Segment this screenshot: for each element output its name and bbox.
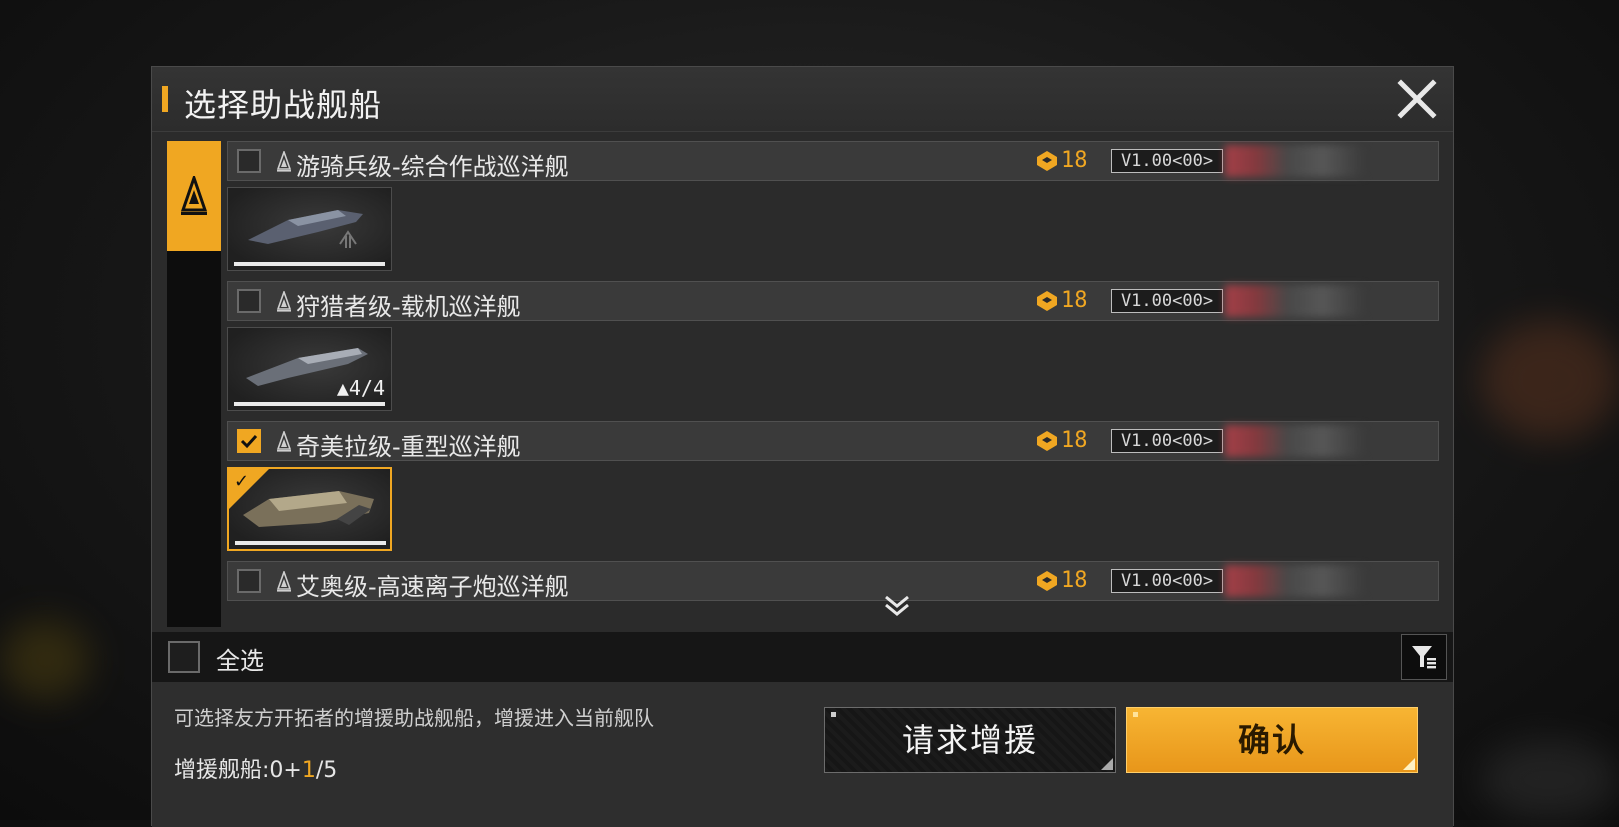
chevron-down-icon[interactable] [882,593,912,617]
title-accent-bar [162,86,168,112]
ship-name: 奇美拉级-重型巡洋舰 [296,433,521,461]
cruiser-class-icon [276,291,292,312]
confirm-label: 确认 [1237,721,1306,759]
close-button[interactable] [1395,77,1439,121]
corner-triangle [1403,758,1415,770]
category-rail [167,141,221,627]
select-all-label: 全选 [216,647,264,675]
count-label: 增援舰船: [174,758,270,783]
cost-value: 18 [1061,288,1088,313]
blurred-owner-name [1225,425,1365,457]
ship-thumbnail[interactable]: ✓ [227,467,392,551]
ship-cost: 18 [1036,288,1088,313]
cruiser-class-icon [276,431,292,452]
ship-cost: 18 [1036,568,1088,593]
select-all-bar: 全选 [152,632,1453,682]
version-badge: V1.00<00> [1111,429,1223,453]
filter-icon [1412,646,1436,669]
count-highlight: 1 [301,758,316,783]
confirm-button[interactable]: 确认 [1126,707,1418,773]
ship-hp-bar [235,541,386,545]
reinforcement-count: 增援舰船:0+1/5 [174,752,337,784]
version-badge: V1.00<00> [1111,569,1223,593]
ship-row[interactable]: 艾奥级-高速离子炮巡洋舰 18 V1.00<00> [227,561,1439,601]
corner-triangle [1101,758,1113,770]
ship-row[interactable]: 游骑兵级-综合作战巡洋舰 18 V1.00<00> [227,141,1439,181]
fighter-count-value: 4/4 [348,376,385,400]
blurred-owner-name [1225,565,1365,597]
command-cost-icon [1037,290,1057,311]
request-reinforcement-button[interactable]: 请求增援 [824,707,1116,773]
ship-hp-bar [234,262,385,266]
ship-name: 狩猎者级-载机巡洋舰 [296,293,521,321]
check-icon: ✓ [234,471,250,492]
cruiser-class-icon [180,176,208,215]
cost-value: 18 [1061,428,1088,453]
blurred-owner-name [1225,285,1365,317]
background-glow [1480,320,1619,440]
command-cost-icon [1037,430,1057,451]
version-badge: V1.00<00> [1111,149,1223,173]
ship-checkbox[interactable] [237,149,261,173]
ship-cost: 18 [1036,428,1088,453]
select-support-ship-dialog: 选择助战舰船 游骑兵级-综合作战巡洋舰 18 V1.00<00> 狩猎者级-载机… [151,66,1454,827]
dialog-title: 选择助战舰船 [184,86,383,124]
ship-name: 艾奥级-高速离子炮巡洋舰 [296,573,569,601]
ship-name: 游骑兵级-综合作战巡洋舰 [296,153,569,181]
tab-cruiser[interactable] [167,141,221,251]
ship-checkbox[interactable] [237,429,261,453]
fighter-count: ▲4/4 [337,376,385,400]
version-badge: V1.00<00> [1111,289,1223,313]
corner-dot [1133,712,1138,717]
cost-value: 18 [1061,568,1088,593]
command-cost-icon [1037,150,1057,171]
cruiser-class-icon [276,151,292,172]
filter-button[interactable] [1401,634,1447,680]
ship-cost: 18 [1036,148,1088,173]
dialog-header: 选择助战舰船 [152,67,1453,132]
hint-text: 可选择友方开拓者的增援助战舰船，增援进入当前舰队 [174,706,654,730]
ship-checkbox[interactable] [237,289,261,313]
close-icon [1397,79,1437,119]
background-glow [1480,740,1619,820]
ship-thumbnail[interactable]: ▲4/4 [227,327,392,411]
ship-row[interactable]: 奇美拉级-重型巡洋舰 18 V1.00<00> [227,421,1439,461]
count-total: /5 [315,758,338,783]
ship-image [248,210,363,248]
select-all-checkbox[interactable] [168,641,200,673]
ship-row[interactable]: 狩猎者级-载机巡洋舰 18 V1.00<00> [227,281,1439,321]
ship-list: 游骑兵级-综合作战巡洋舰 18 V1.00<00> 狩猎者级-载机巡洋舰 18 … [227,141,1439,627]
fighter-icon: ▲ [336,376,349,400]
cruiser-class-icon [276,571,292,592]
ship-hp-bar [234,402,385,406]
ship-checkbox[interactable] [237,569,261,593]
blurred-owner-name [1225,145,1365,177]
checkmark-icon [240,434,258,449]
corner-dot [831,712,836,717]
command-cost-icon [1037,570,1057,591]
background-glow [0,620,90,700]
request-reinforcement-label: 请求增援 [901,721,1038,759]
dialog-footer: 可选择友方开拓者的增援助战舰船，增援进入当前舰队 增援舰船:0+1/5 请求增援… [152,682,1453,827]
count-value: 0+ [269,758,302,783]
ship-thumbnail[interactable] [227,187,392,271]
cost-value: 18 [1061,148,1088,173]
